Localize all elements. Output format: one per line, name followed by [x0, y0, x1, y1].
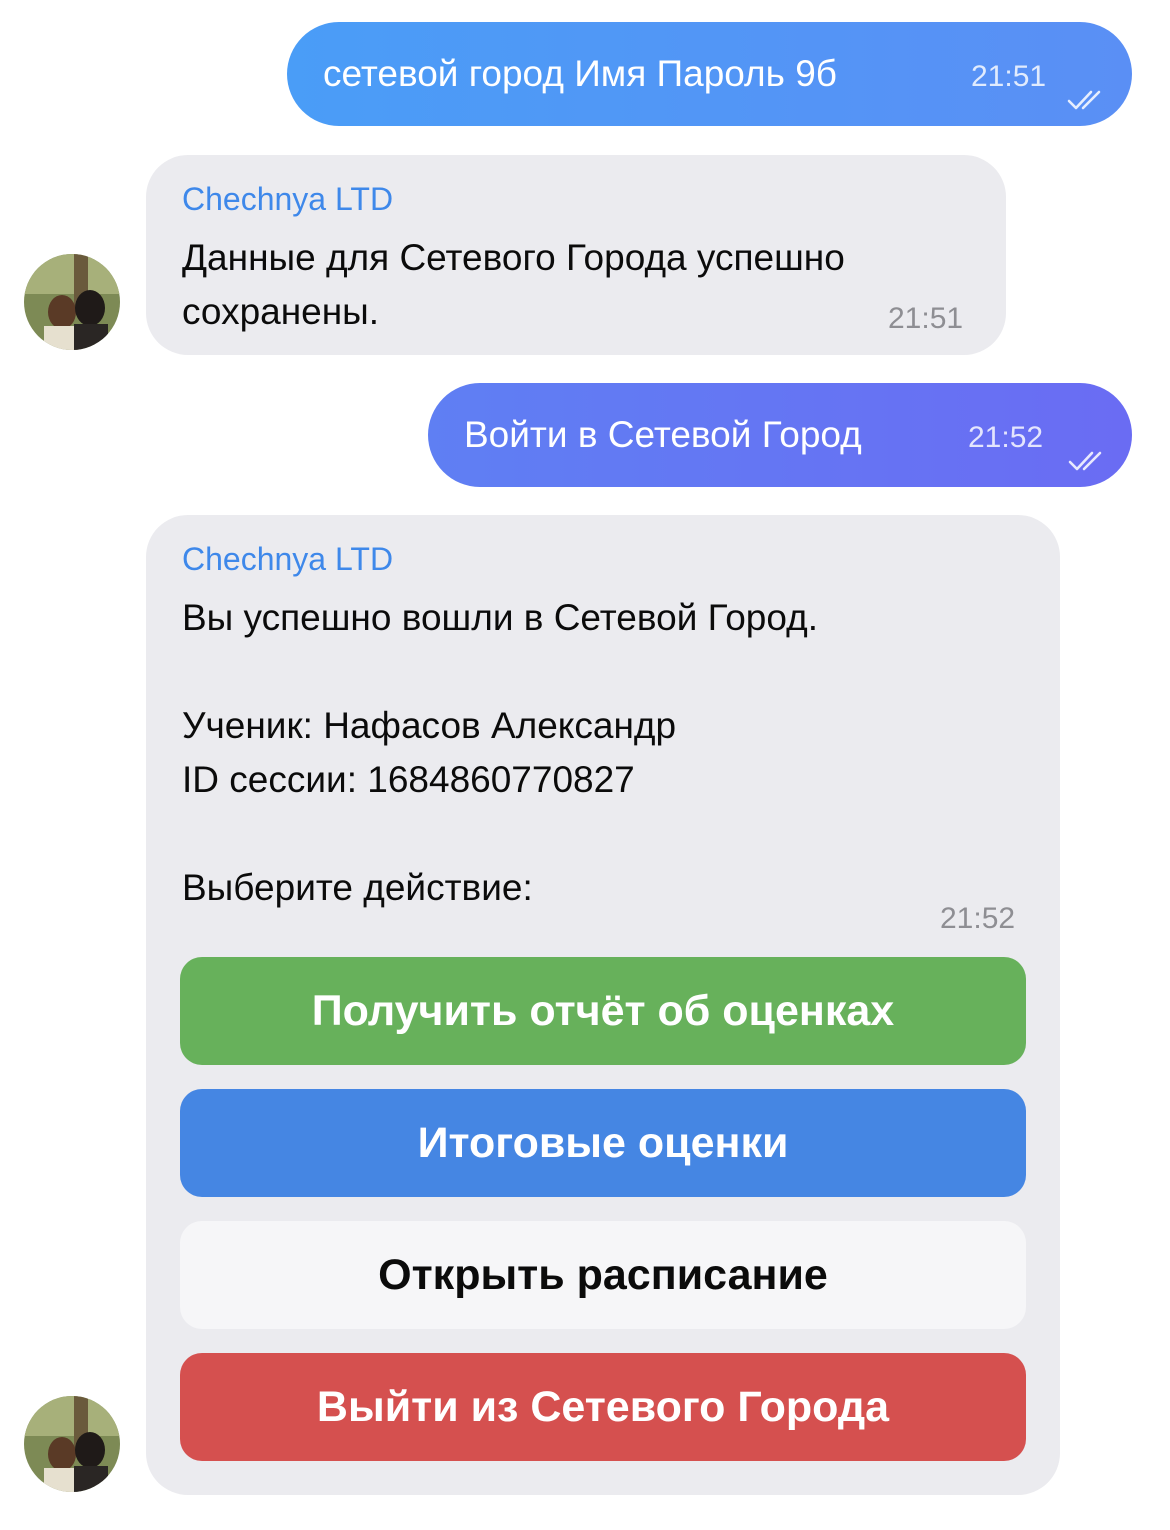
- sender-name[interactable]: Chechnya LTD: [182, 539, 393, 579]
- outgoing-message[interactable]: Войти в Сетевой Город 21:52: [428, 383, 1132, 487]
- message-time: 21:52: [968, 421, 1044, 454]
- grades-report-button[interactable]: Получить отчёт об оценках: [180, 957, 1026, 1065]
- message-text: Войти в Сетевой Город: [464, 414, 862, 455]
- open-schedule-button[interactable]: Открыть расписание: [180, 1221, 1026, 1329]
- message-text: сетевой город Имя Пароль 9б: [323, 53, 837, 94]
- message-time: 21:51: [971, 60, 1047, 93]
- final-grades-button[interactable]: Итоговые оценки: [180, 1089, 1026, 1197]
- avatar[interactable]: [24, 254, 120, 350]
- logout-button[interactable]: Выйти из Сетевого Города: [180, 1353, 1026, 1461]
- incoming-message[interactable]: Chechnya LTD Вы успешно вошли в Сетевой …: [146, 515, 1060, 1495]
- message-time: 21:51: [888, 302, 964, 335]
- sender-name[interactable]: Chechnya LTD: [182, 179, 393, 219]
- avatar-photo-icon: [24, 254, 120, 350]
- message-time: 21:52: [940, 902, 1016, 935]
- outgoing-message[interactable]: сетевой город Имя Пароль 9б 21:51: [287, 22, 1132, 126]
- incoming-message[interactable]: Chechnya LTD Данные для Сетевого Города …: [146, 155, 1006, 355]
- message-text: Данные для Сетевого Города успешно сохра…: [182, 237, 845, 332]
- message-text: Вы успешно вошли в Сетевой Город. Ученик…: [182, 597, 818, 908]
- avatar[interactable]: [24, 1396, 120, 1492]
- double-check-icon: [1067, 90, 1101, 110]
- avatar-photo-icon: [24, 1396, 120, 1492]
- double-check-icon: [1068, 451, 1102, 471]
